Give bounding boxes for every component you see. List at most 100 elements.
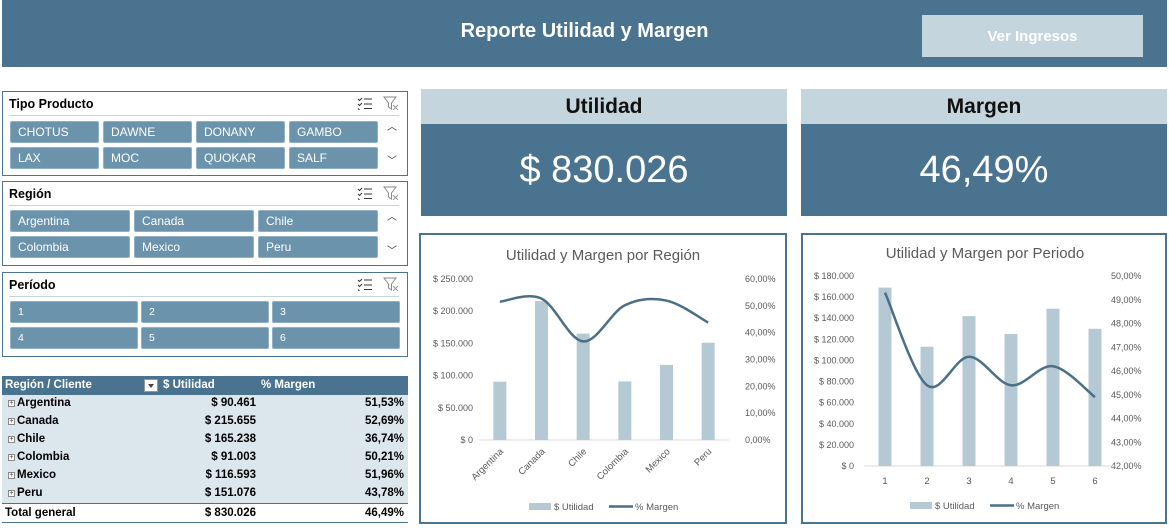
chip-periodo-2[interactable]: 2	[141, 301, 269, 323]
bar-utilidad[interactable]	[493, 381, 507, 440]
legend-label-margen: % Margen	[1016, 501, 1059, 512]
y-right-tick-label: 30,00%	[745, 355, 776, 365]
pivot-header-row: Región / Cliente $ Utilidad % Margen	[2, 376, 408, 395]
chip-chile[interactable]: Chile	[258, 210, 378, 232]
kpi-margen-value: 46,49%	[801, 124, 1167, 216]
table-row[interactable]: + Colombia $ 91.003 50,21%	[2, 449, 408, 467]
clear-filter-icon[interactable]	[383, 186, 399, 200]
bar-utilidad[interactable]	[920, 346, 934, 466]
scroll-down-icon[interactable]: ﹀	[387, 246, 397, 258]
chip-salf[interactable]: SALF	[289, 147, 378, 169]
bar-utilidad[interactable]	[1088, 328, 1102, 466]
row-region: Chile	[17, 433, 46, 445]
chip-mexico[interactable]: Mexico	[134, 236, 254, 258]
total-label: Total general	[5, 507, 76, 519]
y-left-tick-label: $ 20.000	[819, 440, 854, 450]
multi-select-icon[interactable]	[357, 96, 373, 110]
slicer-scrollbar[interactable]: ︿ ﹀	[385, 122, 399, 168]
chip-periodo-6[interactable]: 6	[272, 327, 400, 349]
table-row[interactable]: + Chile $ 165.238 36,74%	[2, 431, 408, 449]
y-left-tick-label: $ 0	[841, 461, 854, 471]
y-left-tick-label: $ 180.000	[814, 271, 854, 281]
chip-dawne[interactable]: DAWNE	[103, 121, 192, 143]
bar-utilidad[interactable]	[576, 333, 590, 440]
expand-icon[interactable]: +	[8, 472, 15, 479]
expand-icon[interactable]: +	[8, 400, 15, 407]
legend-label-utilidad: $ Utilidad	[935, 501, 975, 512]
table-row[interactable]: + Canada $ 215.655 52,69%	[2, 413, 408, 431]
y-right-tick-label: 60,00%	[745, 274, 776, 284]
scroll-up-icon[interactable]: ︿	[387, 122, 397, 134]
bar-utilidad[interactable]	[618, 381, 632, 440]
bar-utilidad[interactable]	[701, 342, 715, 440]
expand-icon[interactable]: +	[8, 490, 15, 497]
x-tick-label: 4	[1008, 476, 1013, 487]
chart-title: Utilidad y Margen por Periodo	[886, 245, 1084, 262]
pivot-header-margen: % Margen	[261, 379, 316, 391]
bar-utilidad[interactable]	[878, 287, 892, 466]
slicer-scrollbar[interactable]: ︿ ﹀	[385, 212, 399, 258]
clear-filter-icon[interactable]	[383, 96, 399, 110]
y-right-tick-label: 40,00%	[745, 328, 776, 338]
chip-periodo-3[interactable]: 3	[272, 301, 400, 323]
expand-icon[interactable]: +	[8, 454, 15, 461]
chip-periodo-5[interactable]: 5	[141, 327, 269, 349]
y-right-tick-label: 10,00%	[745, 408, 776, 418]
chip-gambo[interactable]: GAMBO	[289, 121, 378, 143]
clear-filter-icon[interactable]	[383, 277, 399, 291]
chip-peru[interactable]: Peru	[258, 236, 378, 258]
expand-icon[interactable]: +	[8, 418, 15, 425]
x-tick-label: 3	[966, 476, 971, 487]
legend-label-margen: % Margen	[635, 502, 678, 513]
y-left-tick-label: $ 140.000	[814, 313, 854, 323]
ver-ingresos-button[interactable]: Ver Ingresos	[922, 15, 1143, 57]
chip-quokar[interactable]: QUOKAR	[196, 147, 285, 169]
bar-utilidad[interactable]	[1046, 308, 1060, 466]
row-utilidad: $ 165.238	[204, 433, 256, 445]
chart-periodo-panel[interactable]: Utilidad y Margen por Periodo $ 0 $ 20.000…	[801, 233, 1167, 524]
y-left-tick-label: $ 100.000	[433, 371, 473, 381]
slicer-title: Tipo Producto	[9, 97, 94, 111]
chip-colombia[interactable]: Colombia	[10, 236, 130, 258]
x-tick-label: 5	[1050, 476, 1055, 487]
chip-lax[interactable]: LAX	[10, 147, 99, 169]
chip-periodo-4[interactable]: 4	[10, 327, 138, 349]
chart-region-panel[interactable]: Utilidad y Margen por Región $ 0 $ 50.000 $…	[419, 233, 787, 524]
line-margen[interactable]	[499, 294, 709, 343]
chip-periodo-1[interactable]: 1	[10, 301, 138, 323]
scroll-up-icon[interactable]: ︿	[387, 212, 397, 224]
chip-canada[interactable]: Canada	[134, 210, 254, 232]
table-row[interactable]: + Argentina $ 90.461 51,53%	[2, 395, 408, 413]
y-right-tick-label: 44,00%	[1111, 414, 1142, 424]
pivot-header-region: Región / Cliente	[5, 379, 92, 391]
x-tick-label: Colombia	[595, 446, 632, 483]
table-row[interactable]: + Mexico $ 116.593 51,96%	[2, 467, 408, 485]
y-left-tick-label: $ 80.000	[819, 377, 854, 387]
bar-utilidad[interactable]	[535, 301, 548, 440]
expand-icon[interactable]: +	[8, 436, 15, 443]
row-margen: 51,96%	[364, 469, 404, 481]
bar-utilidad[interactable]	[660, 364, 673, 440]
chip-donany[interactable]: DONANY	[196, 121, 285, 143]
slicer-divider	[9, 296, 399, 297]
multi-select-icon[interactable]	[357, 186, 373, 200]
chip-chotus[interactable]: CHOTUS	[10, 121, 99, 143]
chip-argentina[interactable]: Argentina	[10, 210, 130, 232]
pivot-filter-dropdown[interactable]	[144, 379, 158, 392]
row-margen: 43,78%	[364, 487, 404, 499]
legend-swatch-utilidad	[910, 502, 932, 509]
y-left-tick-label: $ 250.000	[433, 274, 473, 284]
bar-utilidad[interactable]	[962, 316, 976, 466]
y-right-tick-label: 50,00%	[1111, 271, 1142, 281]
chip-moc[interactable]: MOC	[103, 147, 192, 169]
row-region: Colombia	[17, 451, 70, 463]
line-margen[interactable]	[883, 292, 1096, 399]
slicer-divider	[9, 205, 399, 206]
bar-utilidad[interactable]	[1004, 334, 1018, 466]
multi-select-icon[interactable]	[357, 277, 373, 291]
table-total-row: Total general $ 830.026 46,49%	[2, 503, 408, 523]
pivot-header-utilidad: $ Utilidad	[163, 379, 215, 391]
scroll-down-icon[interactable]: ﹀	[387, 156, 397, 168]
table-row[interactable]: + Peru $ 151.076 43,78%	[2, 485, 408, 503]
kpi-utilidad-value: $ 830.026	[421, 124, 787, 216]
